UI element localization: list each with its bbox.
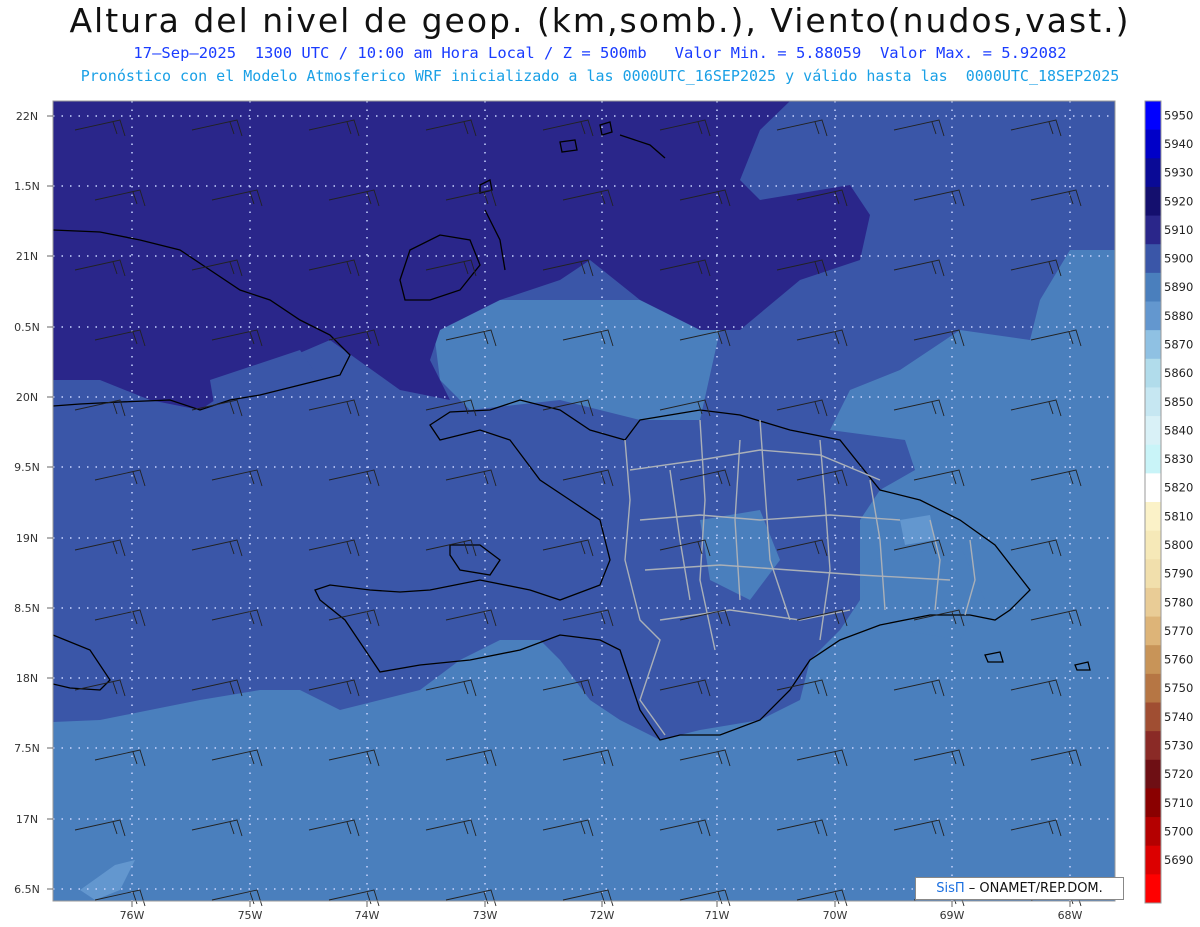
colorbar-swatch bbox=[1145, 330, 1161, 360]
credit-text: – ONAMET/REP.DOM. bbox=[968, 881, 1103, 896]
lat-label: 18N bbox=[16, 672, 38, 685]
lon-label: 70W bbox=[823, 909, 848, 922]
lat-label: 9.5N bbox=[14, 461, 40, 474]
colorbar-swatch bbox=[1145, 616, 1161, 646]
colorbar-label: 5820 bbox=[1164, 481, 1193, 495]
lat-label: 21N bbox=[16, 250, 38, 263]
lat-label: 7.5N bbox=[14, 742, 40, 755]
lon-label: 68W bbox=[1058, 909, 1083, 922]
colorbar-swatch bbox=[1145, 186, 1161, 217]
lat-label: 6.5N bbox=[14, 883, 40, 896]
colorbar-label: 5830 bbox=[1164, 452, 1193, 466]
colorbar-label: 5870 bbox=[1164, 337, 1193, 351]
colorbar-label: 5700 bbox=[1164, 824, 1193, 838]
geopotential-map: 22N 1.5N 21N 0.5N 20N 9.5N 19N 8.5N 18N … bbox=[14, 100, 1193, 922]
lon-label: 76W bbox=[120, 909, 145, 922]
credit-box: SisΠ – ONAMET/REP.DOM. bbox=[915, 877, 1124, 900]
colorbar-label: 5710 bbox=[1164, 796, 1193, 810]
colorbar-label: 5950 bbox=[1164, 108, 1193, 122]
colorbar-swatch bbox=[1145, 874, 1161, 904]
colorbar-swatch bbox=[1145, 587, 1161, 618]
colorbar-swatch bbox=[1145, 272, 1161, 302]
colorbar-label: 5720 bbox=[1164, 767, 1193, 781]
colorbar-swatch bbox=[1145, 444, 1161, 474]
lat-label: 20N bbox=[16, 391, 38, 404]
colorbar-swatch bbox=[1145, 301, 1161, 331]
colorbar-label: 5810 bbox=[1164, 509, 1193, 523]
lat-label: 1.5N bbox=[14, 180, 40, 193]
colorbar-label: 5850 bbox=[1164, 395, 1193, 409]
colorbar-swatch bbox=[1145, 702, 1161, 732]
colorbar-label: 5940 bbox=[1164, 137, 1193, 151]
lat-label: 19N bbox=[16, 532, 38, 545]
colorbar-swatch bbox=[1145, 845, 1161, 875]
colorbar-swatch bbox=[1145, 215, 1161, 245]
lat-label: 17N bbox=[16, 813, 38, 826]
longitude-axis: 76W 75W 74W 73W 72W 71W 70W 69W 68W bbox=[120, 909, 1083, 922]
lon-label: 69W bbox=[940, 909, 965, 922]
colorbar-label: 5690 bbox=[1164, 853, 1193, 867]
lon-label: 72W bbox=[590, 909, 615, 922]
sispi-logo: SisΠ bbox=[936, 881, 965, 896]
colorbar-label: 5750 bbox=[1164, 681, 1193, 695]
lon-label: 71W bbox=[705, 909, 730, 922]
colorbar-label: 5780 bbox=[1164, 595, 1193, 609]
colorbar-label: 5880 bbox=[1164, 309, 1193, 323]
colorbar-swatch bbox=[1145, 244, 1161, 274]
colorbar-swatch bbox=[1145, 158, 1161, 188]
lon-label: 75W bbox=[238, 909, 263, 922]
colorbar-swatch bbox=[1145, 387, 1161, 417]
colorbar-label: 5930 bbox=[1164, 166, 1193, 180]
colorbar-label: 5800 bbox=[1164, 538, 1193, 552]
lon-label: 73W bbox=[473, 909, 498, 922]
colorbar: 5950 5940 5930 5920 5910 5900 5890 5880 5870 5860… bbox=[1144, 100, 1193, 904]
colorbar-label: 5840 bbox=[1164, 423, 1193, 437]
colorbar-label: 5910 bbox=[1164, 223, 1193, 237]
colorbar-swatch bbox=[1145, 817, 1161, 847]
colorbar-swatch bbox=[1145, 530, 1161, 560]
colorbar-swatch bbox=[1145, 101, 1161, 131]
colorbar-swatch bbox=[1145, 645, 1161, 675]
lat-label: 8.5N bbox=[14, 602, 40, 615]
colorbar-label: 5860 bbox=[1164, 366, 1193, 380]
band-5880-patch-e bbox=[900, 515, 935, 545]
colorbar-swatch bbox=[1145, 129, 1161, 159]
colorbar-swatch bbox=[1145, 358, 1161, 388]
colorbar-label: 5740 bbox=[1164, 710, 1193, 724]
colorbar-swatch bbox=[1145, 673, 1161, 703]
lat-label: 0.5N bbox=[14, 321, 40, 334]
colorbar-swatch bbox=[1145, 502, 1161, 532]
colorbar-swatch bbox=[1145, 559, 1161, 589]
lat-label: 22N bbox=[16, 110, 38, 123]
latitude-axis: 22N 1.5N 21N 0.5N 20N 9.5N 19N 8.5N 18N … bbox=[14, 110, 40, 896]
colorbar-label: 5760 bbox=[1164, 653, 1193, 667]
colorbar-label: 5890 bbox=[1164, 280, 1193, 294]
colorbar-swatch bbox=[1145, 759, 1161, 789]
colorbar-label: 5790 bbox=[1164, 567, 1193, 581]
colorbar-swatch bbox=[1145, 416, 1161, 446]
colorbar-label: 5770 bbox=[1164, 624, 1193, 638]
colorbar-swatch bbox=[1145, 473, 1161, 503]
colorbar-label: 5920 bbox=[1164, 194, 1193, 208]
colorbar-label: 5730 bbox=[1164, 738, 1193, 752]
colorbar-swatch bbox=[1145, 788, 1161, 818]
colorbar-swatch bbox=[1145, 731, 1161, 761]
lon-label: 74W bbox=[355, 909, 380, 922]
colorbar-label: 5900 bbox=[1164, 252, 1193, 266]
